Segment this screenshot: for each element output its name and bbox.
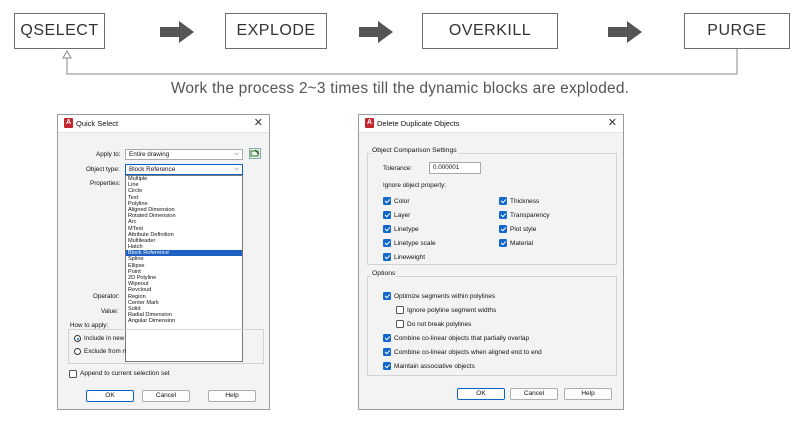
autocad-icon: A — [64, 118, 73, 128]
options-title: Options — [371, 270, 397, 277]
ignore-property-label: Material — [510, 240, 534, 247]
exclude-label: Exclude from n — [84, 348, 126, 355]
exclude-radio[interactable] — [74, 348, 81, 355]
title-bar: A Delete Duplicate Objects ✕ — [359, 115, 623, 133]
ignore-color-checkbox[interactable] — [383, 197, 391, 205]
cancel-button[interactable]: Cancel — [142, 390, 190, 402]
ignore-property-label: Color — [394, 198, 410, 205]
properties-label: Properties: — [90, 180, 121, 187]
value-label: Value: — [101, 308, 119, 315]
ok-button[interactable]: OK — [457, 388, 505, 400]
ignore-property-label: Plot style — [510, 226, 537, 233]
append-checkbox[interactable] — [69, 370, 77, 378]
chevron-down-icon: ⌵ — [234, 166, 239, 172]
ignore-layer-checkbox[interactable] — [383, 211, 391, 219]
comparison-settings-title: Object Comparison Settings — [371, 147, 458, 154]
options-group — [367, 276, 617, 376]
no-break-label: Do not break polylines — [407, 321, 472, 328]
title-bar: A Quick Select ✕ — [58, 115, 269, 133]
ignore-material-checkbox[interactable] — [499, 239, 507, 247]
ignore-property-label: Linetype — [394, 226, 419, 233]
autocad-icon: A — [365, 118, 374, 128]
close-icon[interactable]: ✕ — [254, 116, 263, 130]
ignore-property-label: Ignore object property: — [383, 182, 447, 189]
chevron-down-icon: ⌵ — [234, 151, 239, 157]
object-type-option[interactable]: Angular Dimension — [126, 318, 242, 324]
object-type-items: Multiple Line Circle Text Polyline Aligned Di… — [126, 176, 242, 325]
ignore-plot-style-checkbox[interactable] — [499, 225, 507, 233]
cancel-button[interactable]: Cancel — [510, 388, 558, 400]
ignore-widths-checkbox[interactable] — [396, 306, 404, 314]
optimize-label: Optimize segments within polylines — [394, 293, 496, 300]
how-to-apply-label: How to apply: — [70, 322, 109, 329]
ignore-property-label: Thickness — [510, 198, 540, 205]
operator-label: Operator: — [93, 293, 120, 300]
maintain-assoc-label: Maintain associative objects — [394, 363, 475, 370]
ignore-linetype-scale-checkbox[interactable] — [383, 239, 391, 247]
combine-end-checkbox[interactable] — [383, 348, 391, 356]
ignore-property-label: Layer — [394, 212, 411, 219]
optimize-checkbox[interactable] — [383, 292, 391, 300]
combine-end-label: Combine co-linear objects when aligned e… — [394, 349, 542, 356]
object-type-dropdown[interactable]: Block Reference ⌵ — [125, 164, 243, 175]
apply-to-label: Apply to: — [96, 151, 121, 158]
ignore-transparency-checkbox[interactable] — [499, 211, 507, 219]
ok-button[interactable]: OK — [86, 390, 134, 402]
append-label: Append to current selection set — [80, 370, 170, 377]
combine-partial-label: Combine co-linear objects that partially… — [394, 335, 530, 342]
tolerance-label: Tolerance: — [383, 165, 413, 172]
ignore-widths-label: Ignore polyline segment widths — [407, 307, 497, 314]
close-icon[interactable]: ✕ — [608, 116, 617, 130]
include-radio[interactable] — [74, 335, 81, 342]
help-button[interactable]: Help — [208, 390, 256, 402]
apply-to-dropdown[interactable]: Entire drawing ⌵ — [125, 149, 243, 160]
tolerance-input[interactable]: 0.000001 — [429, 162, 481, 174]
ignore-linetype-checkbox[interactable] — [383, 225, 391, 233]
object-type-label: Object type: — [86, 166, 120, 173]
quick-select-dialog: A Quick Select ✕ Apply to: Entire drawin… — [57, 114, 270, 410]
object-type-value: Block Reference — [129, 166, 176, 173]
ignore-property-label: Linetype scale — [394, 240, 436, 247]
apply-to-value: Entire drawing — [129, 151, 170, 158]
ignore-thickness-checkbox[interactable] — [499, 197, 507, 205]
help-button[interactable]: Help — [564, 388, 612, 400]
loop-back-connector — [62, 49, 738, 75]
ignore-lineweight-checkbox[interactable] — [383, 253, 391, 261]
dialog-title: Delete Duplicate Objects — [377, 119, 460, 128]
process-caption: Work the process 2~3 times till the dyna… — [170, 80, 630, 97]
delete-duplicates-dialog: A Delete Duplicate Objects ✕ Object Comp… — [358, 114, 624, 410]
select-objects-icon — [250, 149, 260, 157]
ignore-property-label: Lineweight — [394, 254, 426, 261]
no-break-checkbox[interactable] — [396, 320, 404, 328]
select-objects-button[interactable] — [249, 148, 261, 159]
include-label: Include in new — [84, 335, 125, 342]
maintain-assoc-checkbox[interactable] — [383, 362, 391, 370]
combine-partial-checkbox[interactable] — [383, 334, 391, 342]
dialog-title: Quick Select — [76, 119, 119, 128]
ignore-property-label: Transparency — [510, 212, 550, 219]
